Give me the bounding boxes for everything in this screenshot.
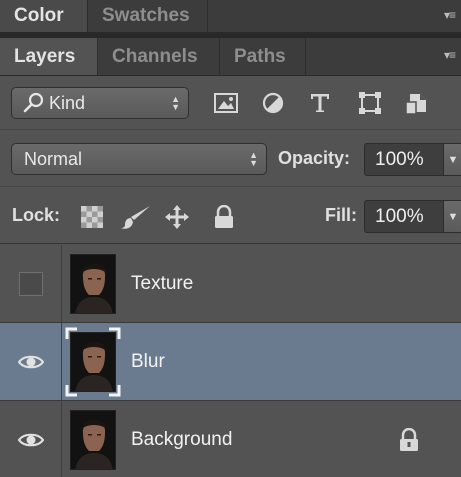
shape-layer-filter-icon[interactable] — [356, 89, 384, 117]
lock-image-pixels-icon[interactable] — [119, 204, 153, 230]
select-arrows-icon: ▲ ▼ — [171, 94, 180, 112]
visibility-off-box — [18, 271, 43, 296]
tab-layers-label: Layers — [14, 45, 76, 67]
layer-row-blur[interactable]: Blur — [0, 323, 461, 401]
lock-fill-bar: Lock: Fill: 100% ▼ — [0, 188, 461, 244]
opacity-dropdown-button[interactable]: ▼ — [443, 143, 461, 176]
tab-color[interactable]: Color — [0, 0, 88, 32]
adjustment-layer-filter-icon[interactable] — [259, 89, 287, 117]
layers-panel-menu-icon[interactable]: ▾≡ — [444, 48, 456, 62]
blend-mode-select[interactable]: Normal ▲ ▼ — [11, 143, 267, 175]
tab-channels[interactable]: Channels — [98, 38, 220, 75]
opacity-value: 100% — [375, 148, 424, 170]
panel-menu-icon[interactable]: ▾≡ — [444, 8, 456, 22]
color-swatches-tab-bar: Color Swatches ▾≡ — [0, 0, 461, 33]
lock-label: Lock: — [12, 205, 61, 225]
pixel-layer-filter-icon[interactable] — [212, 89, 240, 117]
chevron-down-icon: ▼ — [447, 153, 459, 166]
visibility-toggle[interactable] — [0, 323, 62, 400]
layers-list: Texture Blur Background — [0, 245, 461, 477]
fill-value: 100% — [375, 205, 424, 227]
layer-lock-icon — [400, 428, 418, 451]
lock-transparent-pixels-icon[interactable] — [79, 204, 105, 230]
visibility-toggle[interactable] — [0, 245, 62, 322]
layer-thumbnail — [70, 410, 116, 470]
tab-swatches-label: Swatches — [102, 5, 190, 26]
eye-icon — [17, 433, 44, 446]
fill-label: Fill: — [325, 205, 357, 225]
layer-row-background[interactable]: Background — [0, 401, 461, 477]
smart-object-filter-icon[interactable] — [403, 89, 431, 117]
tab-color-label: Color — [14, 5, 64, 26]
blend-mode-value: Normal — [24, 148, 83, 169]
fill-input[interactable]: 100% — [364, 200, 444, 233]
layer-name: Background — [131, 428, 233, 450]
blend-opacity-bar: Normal ▲ ▼ Opacity: 100% ▼ — [0, 131, 461, 187]
tab-paths-label: Paths — [234, 45, 286, 67]
tab-swatches[interactable]: Swatches — [88, 0, 208, 32]
search-icon — [23, 92, 44, 113]
visibility-toggle[interactable] — [0, 401, 62, 477]
layer-filter-bar: Kind ▲ ▼ — [0, 76, 461, 130]
eye-icon — [17, 355, 44, 368]
lock-all-icon[interactable] — [211, 204, 237, 230]
tab-layers[interactable]: Layers — [0, 38, 98, 75]
layer-thumbnail — [70, 254, 116, 314]
layer-thumbnail — [70, 332, 116, 392]
layer-name: Blur — [131, 350, 165, 372]
lock-position-icon[interactable] — [164, 204, 190, 230]
chevron-down-icon: ▼ — [447, 210, 459, 223]
filter-kind-select[interactable]: Kind ▲ ▼ — [11, 87, 189, 119]
opacity-input[interactable]: 100% — [364, 143, 444, 176]
select-arrows-icon: ▲ ▼ — [249, 150, 258, 168]
layer-name: Texture — [131, 272, 194, 294]
tab-paths[interactable]: Paths — [220, 38, 306, 75]
filter-kind-label: Kind — [49, 92, 86, 113]
layer-row-texture[interactable]: Texture — [0, 245, 461, 323]
fill-dropdown-button[interactable]: ▼ — [443, 200, 461, 233]
type-layer-filter-icon[interactable] — [306, 89, 334, 117]
layers-tab-bar: Layers Channels Paths ▾≡ — [0, 38, 461, 76]
opacity-label: Opacity: — [278, 148, 351, 168]
tab-channels-label: Channels — [112, 45, 198, 67]
